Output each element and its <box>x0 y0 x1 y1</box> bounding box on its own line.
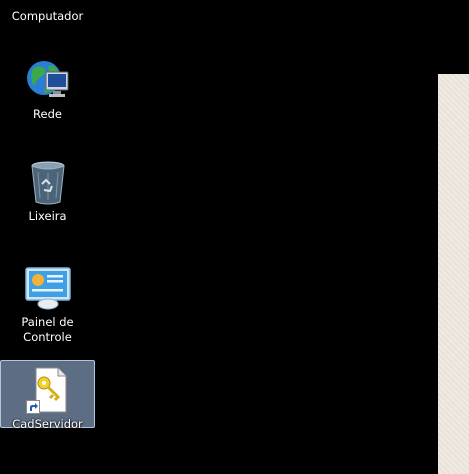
desktop-icon-cadservidor[interactable]: CadServidor <box>0 360 95 431</box>
recycle-bin-icon <box>24 158 72 206</box>
desktop-icon-painel-de-controle[interactable]: Painel de Controle <box>0 263 95 344</box>
shortcut-arrow-icon <box>25 400 40 414</box>
desktop-icon-label: Painel de Controle <box>21 315 74 344</box>
network-globe-icon <box>24 56 72 104</box>
desktop: Computador Rede Lixeira Painel de Contro… <box>0 0 469 474</box>
desktop-icon-label: Lixeira <box>28 209 67 223</box>
desktop-icon-label: Rede <box>33 107 62 121</box>
desktop-icon-label: Computador <box>11 9 84 23</box>
window-edge <box>438 74 469 474</box>
desktop-icon-rede[interactable]: Rede <box>0 55 95 125</box>
desktop-icon-label: CadServidor <box>12 417 83 431</box>
key-file-shortcut-icon <box>24 366 72 414</box>
desktop-icon-computador[interactable]: Computador <box>0 0 95 24</box>
desktop-icon-lixeira[interactable]: Lixeira <box>0 157 95 227</box>
control-panel-icon <box>24 264 72 312</box>
